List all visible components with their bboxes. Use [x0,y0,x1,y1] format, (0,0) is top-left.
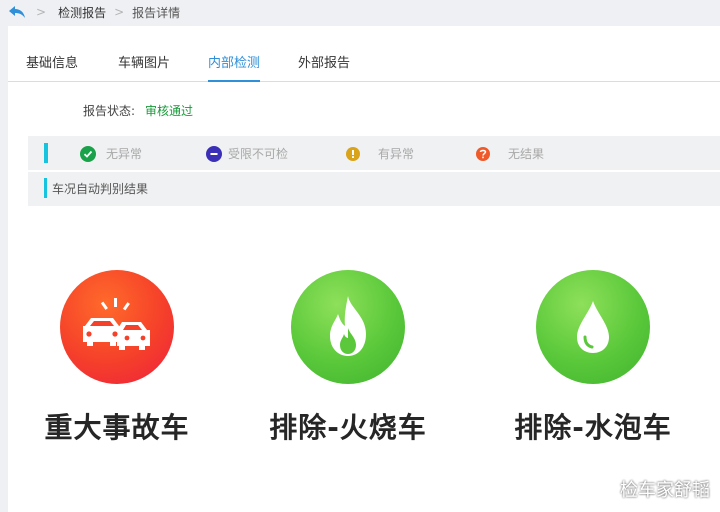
legend-label: 无异常 [106,147,143,161]
result-label: 重大事故车 [44,411,190,444]
minus-circle-icon [206,145,222,162]
result-card-flood: 排除-水泡车 [493,270,693,446]
report-status-value: 审核通过 [145,104,194,118]
tab-basic-info[interactable]: 基础信息 [26,50,78,82]
question-circle-icon [476,146,490,161]
legend-restricted: 受限不可检 [206,145,288,162]
result-label: 排除-水泡车 [514,411,672,444]
auto-result-section-header: 车况自动判别结果 [28,172,720,206]
report-status-label: 报告状态: [83,104,136,118]
tab-external-report[interactable]: 外部报告 [298,50,350,82]
result-label: 排除-火烧车 [269,411,427,444]
car-crash-icon [60,270,174,384]
back-arrow-icon[interactable] [6,3,28,21]
exclamation-circle-icon [346,146,360,161]
legend-bar: 无异常 受限不可检 有异常 无结果 [28,136,720,170]
breadcrumb-item-report[interactable]: 检测报告 [58,4,106,21]
tab-bar: 基础信息 车辆图片 内部检测 外部报告 [8,50,720,82]
section-accent [44,178,47,198]
breadcrumb-separator: > [114,5,125,19]
legend-label: 无结果 [508,147,545,161]
top-breadcrumb-bar: > 检测报告 > 报告详情 [0,0,720,24]
breadcrumb-separator: > [36,5,47,19]
breadcrumb-item-detail: 报告详情 [132,5,181,20]
report-detail-panel: 基础信息 车辆图片 内部检测 外部报告 报告状态: 审核通过 无异常 受限不可检… [8,26,720,512]
watermark-text: 检车家舒韬 [620,480,710,501]
result-card-fire: 排除-火烧车 [248,270,448,446]
legend-abnormal: 有异常 [346,145,414,162]
section-accent [44,143,48,163]
check-circle-icon [80,145,96,162]
tab-vehicle-photos[interactable]: 车辆图片 [118,50,170,82]
fire-icon [291,270,405,384]
result-card-accident: 重大事故车 [17,270,217,446]
legend-label: 有异常 [378,147,415,161]
water-drop-icon [536,270,650,384]
tab-internal-inspection[interactable]: 内部检测 [208,50,261,82]
legend-label: 受限不可检 [228,147,289,161]
auto-result-section-title: 车况自动判别结果 [52,182,149,196]
legend-no-result: 无结果 [476,145,544,162]
legend-normal: 无异常 [80,145,142,162]
report-status-row: 报告状态: 审核通过 [83,102,193,119]
